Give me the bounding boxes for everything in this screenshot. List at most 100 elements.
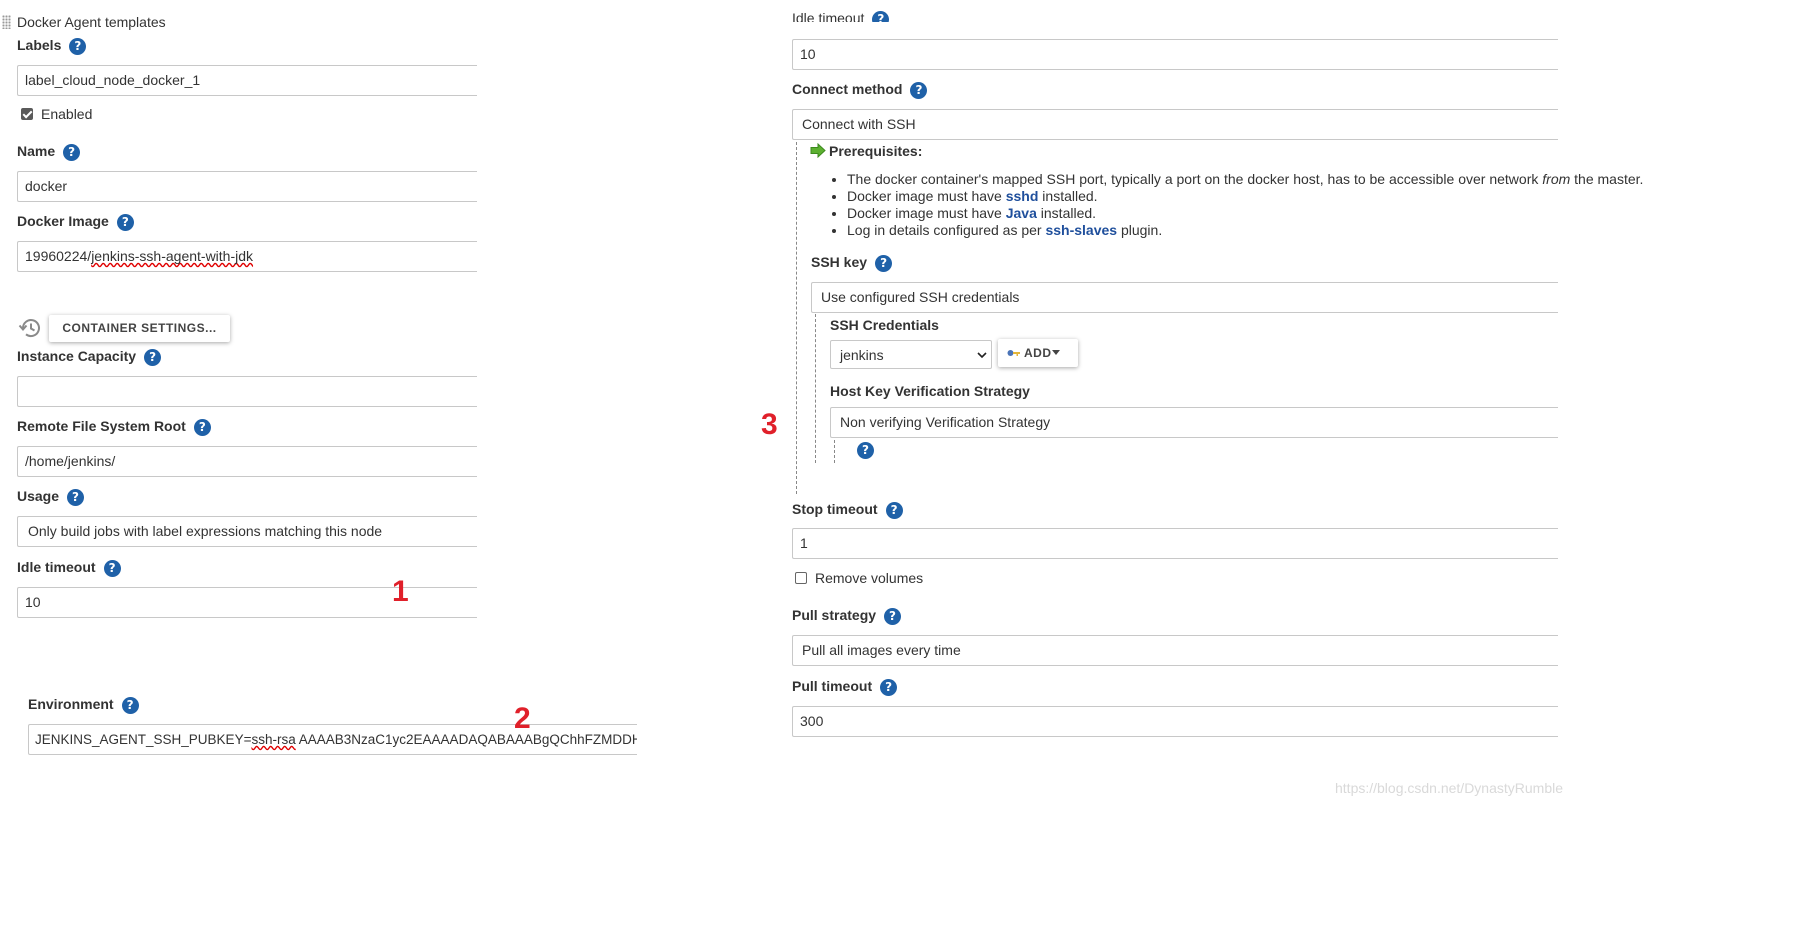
host-key-nest-line xyxy=(834,440,835,463)
enabled-checkbox[interactable] xyxy=(21,108,33,120)
help-icon[interactable]: ? xyxy=(67,488,85,506)
connect-method-nest-line xyxy=(796,142,797,494)
remove-volumes-label: Remove volumes xyxy=(815,570,924,586)
connect-method-label-text: Connect method xyxy=(792,81,903,97)
prerequisite-item: Docker image must have Java installed. xyxy=(847,205,1643,222)
help-icon[interactable]: ? xyxy=(875,254,893,272)
annotation-1: 1 xyxy=(392,575,409,608)
annotation-3: 3 xyxy=(761,408,778,441)
sshd-link[interactable]: sshd xyxy=(1006,188,1039,204)
labels-input[interactable]: label_cloud_node_docker_1 xyxy=(17,65,477,96)
add-credentials-button[interactable]: ADD xyxy=(998,339,1078,367)
ssh-key-nest-line xyxy=(815,314,816,463)
help-icon[interactable]: ? xyxy=(144,348,162,366)
idle-timeout-label-text-right: Idle timeout xyxy=(792,10,865,22)
help-icon[interactable]: ? xyxy=(193,418,211,436)
remote-fs-root-label: Remote File System Root? xyxy=(17,418,211,436)
ssh-key-select[interactable]: Use configured SSH credentials xyxy=(811,282,1558,313)
pull-strategy-select[interactable]: Pull all images every time xyxy=(792,635,1558,666)
prerequisite-text: the master. xyxy=(1570,171,1644,187)
drag-handle-icon[interactable] xyxy=(2,15,11,29)
docker-image-input[interactable]: 19960224/jenkins-ssh-agent-with-jdk xyxy=(17,241,477,272)
ssh-credentials-value: jenkins xyxy=(840,347,884,363)
connect-method-label: Connect method? xyxy=(792,81,928,99)
pull-strategy-label: Pull strategy? xyxy=(792,607,902,625)
name-label: Name? xyxy=(17,143,81,161)
labels-label: Labels? xyxy=(17,37,87,55)
pull-timeout-label-text: Pull timeout xyxy=(792,678,873,694)
remote-fs-root-label-text: Remote File System Root xyxy=(17,418,186,434)
container-settings-button[interactable]: CONTAINER SETTINGS... xyxy=(49,315,230,342)
labels-label-text: Labels xyxy=(17,37,62,53)
prerequisite-text: plugin. xyxy=(1117,222,1163,238)
usage-select[interactable]: Only build jobs with label expressions m… xyxy=(17,516,477,547)
prerequisites-title: Prerequisites: xyxy=(829,143,923,159)
connect-method-select[interactable]: Connect with SSH xyxy=(792,109,1558,140)
java-link[interactable]: Java xyxy=(1006,205,1037,221)
help-icon[interactable]: ? xyxy=(910,81,928,99)
stop-timeout-input[interactable]: 1 xyxy=(792,528,1558,559)
prerequisite-text: Docker image must have xyxy=(847,188,1006,204)
watermark: https://blog.csdn.net/DynastyRumble xyxy=(1335,780,1564,796)
help-icon[interactable]: ? xyxy=(872,10,890,22)
environment-prefix: JENKINS_AGENT_SSH_PUBKEY= xyxy=(35,732,252,747)
prerequisite-item: The docker container's mapped SSH port, … xyxy=(847,171,1643,188)
prerequisite-text: Log in details configured as per xyxy=(847,222,1046,238)
prerequisite-item: Docker image must have sshd installed. xyxy=(847,188,1643,205)
prerequisite-item: Log in details configured as per ssh-sla… xyxy=(847,222,1643,239)
ssh-credentials-label: SSH Credentials xyxy=(830,317,939,333)
remove-volumes-checkbox[interactable] xyxy=(795,572,807,584)
help-icon[interactable]: ? xyxy=(69,37,87,55)
help-icon[interactable]: ? xyxy=(884,607,902,625)
docker-image-label-text: Docker Image xyxy=(17,213,109,229)
prerequisite-text: The docker container's mapped SSH port, … xyxy=(847,171,1543,187)
help-icon[interactable]: ? xyxy=(885,501,903,519)
prerequisite-emphasis: from xyxy=(1542,171,1571,187)
ssh-slaves-link[interactable]: ssh-slaves xyxy=(1045,222,1117,238)
section-title: Docker Agent templates xyxy=(17,14,166,30)
caret-down-icon xyxy=(1052,350,1060,355)
chevron-down-icon xyxy=(977,352,987,359)
idle-timeout-input-right[interactable]: 10 xyxy=(792,39,1558,70)
stop-timeout-label: Stop timeout? xyxy=(792,501,903,519)
add-button-label: ADD xyxy=(1024,346,1052,360)
prerequisite-text: installed. xyxy=(1038,188,1098,204)
environment-keytype: ssh-rsa xyxy=(251,732,296,747)
stop-timeout-label-text: Stop timeout xyxy=(792,501,878,517)
prerequisite-text: Docker image must have xyxy=(847,205,1006,221)
docker-image-prefix: 19960224/ xyxy=(25,248,92,264)
ssh-credentials-select[interactable]: jenkins xyxy=(830,340,992,369)
environment-key: AAAAB3NzaC1yc2EAAAADAQABAAABgQChhFZMDDHZ… xyxy=(298,732,637,747)
pull-strategy-label-text: Pull strategy xyxy=(792,607,877,623)
environment-label: Environment? xyxy=(28,696,139,714)
help-icon[interactable]: ? xyxy=(880,678,898,696)
help-icon[interactable]: ? xyxy=(63,143,81,161)
remote-fs-root-input[interactable]: /home/jenkins/ xyxy=(17,446,477,477)
prerequisite-text: installed. xyxy=(1036,205,1097,221)
help-icon[interactable]: ? xyxy=(121,696,139,714)
prerequisites-list: The docker container's mapped SSH port, … xyxy=(829,171,1643,239)
instance-capacity-label-text: Instance Capacity xyxy=(17,348,137,364)
pull-timeout-input[interactable]: 300 xyxy=(792,706,1558,737)
help-icon[interactable]: ? xyxy=(857,441,874,459)
history-icon[interactable] xyxy=(18,317,42,339)
idle-timeout-label-clipped: Idle timeout? xyxy=(792,10,890,22)
instance-capacity-input[interactable] xyxy=(17,376,477,407)
annotation-2: 2 xyxy=(514,702,531,735)
host-key-strategy-select[interactable]: Non verifying Verification Strategy xyxy=(830,407,1558,438)
host-key-help: ? xyxy=(857,441,874,459)
environment-input[interactable]: JENKINS_AGENT_SSH_PUBKEY=ssh-rsa AAAAB3N… xyxy=(28,724,637,755)
name-label-text: Name xyxy=(17,143,56,159)
idle-timeout-label-text: Idle timeout xyxy=(17,559,96,575)
name-input[interactable]: docker xyxy=(17,171,477,202)
docker-image-name: jenkins-ssh-agent-with-jdk xyxy=(91,248,254,264)
help-icon[interactable]: ? xyxy=(103,559,121,577)
idle-timeout-label: Idle timeout? xyxy=(17,559,121,577)
environment-label-text: Environment xyxy=(28,696,114,712)
clipped-label-container: Idle timeout? xyxy=(792,0,992,22)
instance-capacity-label: Instance Capacity? xyxy=(17,348,162,366)
help-icon[interactable]: ? xyxy=(116,213,134,231)
usage-label: Usage? xyxy=(17,488,85,506)
ssh-key-label: SSH key? xyxy=(811,254,893,272)
key-icon xyxy=(1007,350,1020,356)
